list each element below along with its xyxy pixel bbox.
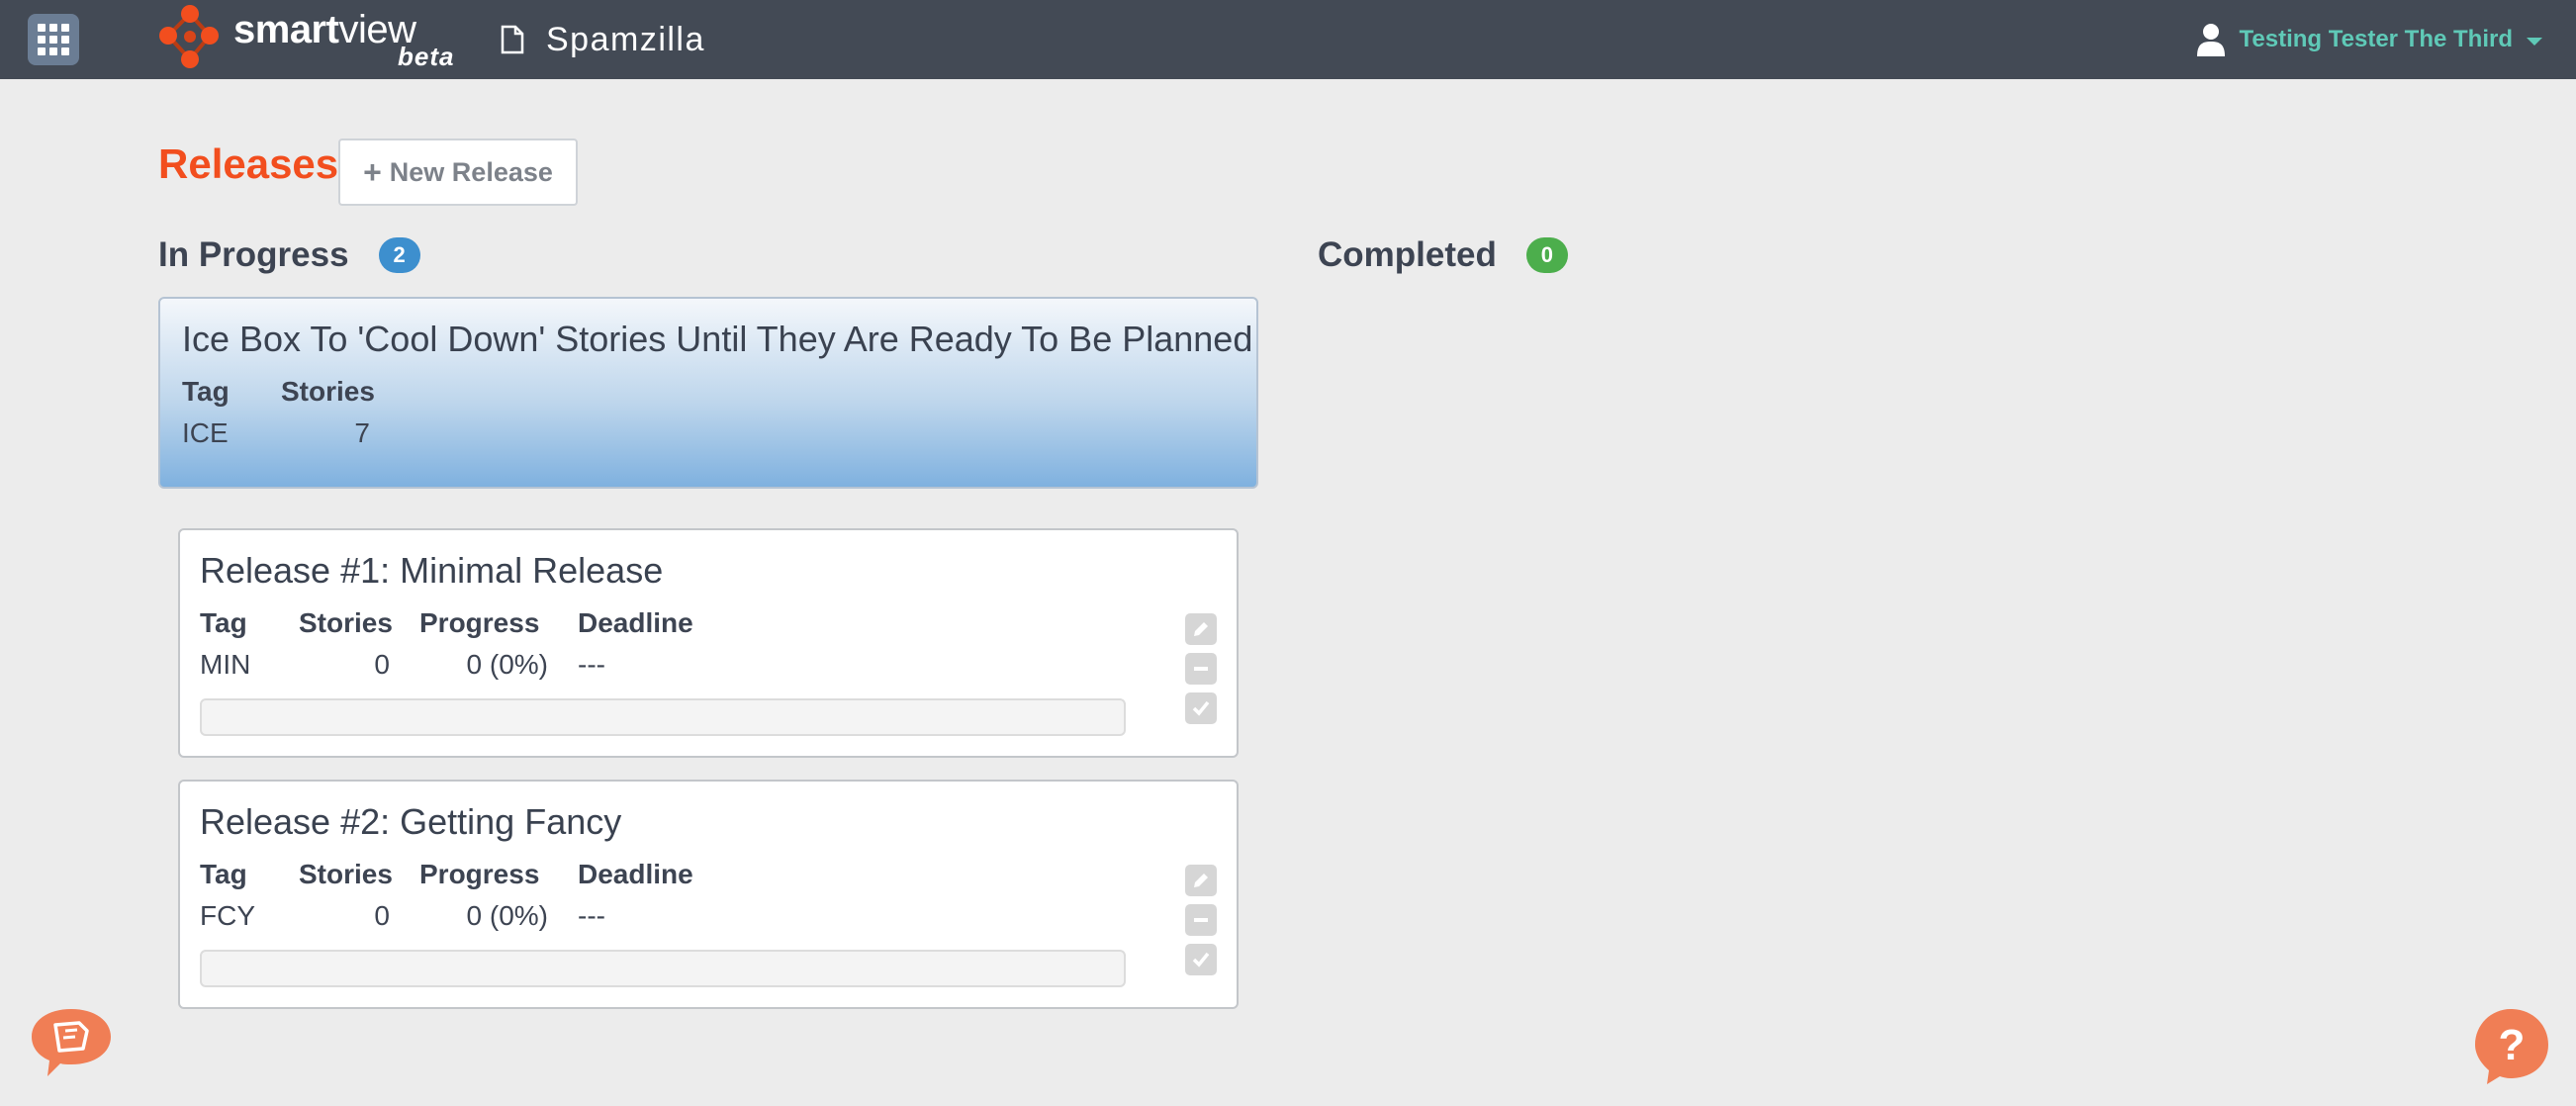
release-meta: Tag Stories Progress Deadline MIN 0 0 (0… [200, 607, 1217, 681]
release-title: Release #1: Minimal Release [200, 550, 664, 591]
progress-header: Progress [419, 607, 540, 638]
tag-value: ICE [182, 417, 229, 448]
in-progress-header: In Progress 2 [158, 235, 420, 275]
project-title: Spamzilla [546, 20, 705, 58]
new-release-label: New Release [389, 156, 553, 187]
apps-grid-icon[interactable] [28, 14, 79, 65]
deadline-header: Deadline [578, 607, 693, 638]
book-icon[interactable] [28, 1005, 115, 1080]
tag-header: Tag [200, 859, 247, 889]
icebox-meta: Tag Stories ICE 7 [182, 376, 1235, 449]
deadline-value: --- [578, 900, 605, 931]
check-icon[interactable] [1185, 944, 1217, 975]
deadline-value: --- [578, 649, 605, 680]
logo-beta-tag: beta [398, 42, 455, 71]
minus-icon[interactable] [1185, 904, 1217, 936]
user-name: Testing Tester The Third [2239, 26, 2513, 52]
progress-bar [200, 698, 1126, 736]
minus-icon[interactable] [1185, 653, 1217, 685]
user-icon [2196, 24, 2225, 56]
in-progress-heading: In Progress [158, 235, 349, 274]
stories-header: Stories [299, 859, 393, 889]
progress-header: Progress [419, 859, 540, 889]
tag-header: Tag [200, 607, 247, 638]
plus-icon: + [363, 153, 382, 190]
document-icon [501, 25, 524, 54]
top-navbar: smartview beta Spamzilla Testing Tester … [0, 0, 2576, 79]
pencil-icon[interactable] [1185, 613, 1217, 645]
stories-header: Stories [299, 607, 393, 638]
completed-header: Completed 0 [1318, 235, 1568, 275]
page-title: Releases [158, 140, 339, 187]
check-icon[interactable] [1185, 692, 1217, 724]
user-menu[interactable]: Testing Tester The Third [2196, 20, 2542, 59]
completed-heading: Completed [1318, 235, 1497, 274]
help-icon[interactable]: ? [2473, 1005, 2552, 1086]
icebox-card[interactable]: Ice Box To 'Cool Down' Stories Until The… [158, 297, 1258, 489]
logo-wordmark: smartview [233, 8, 416, 51]
release-meta: Tag Stories Progress Deadline FCY 0 0 (0… [200, 859, 1217, 932]
new-release-button[interactable]: + New Release [338, 138, 578, 206]
svg-text:?: ? [2499, 1021, 2526, 1069]
chevron-down-icon [2527, 38, 2542, 46]
molecule-logo-icon [159, 5, 219, 68]
release-actions [1185, 613, 1217, 724]
tag-value: MIN [200, 649, 251, 680]
stories-value: 0 [374, 649, 390, 680]
stories-header: Stories [281, 376, 375, 407]
progress-bar [200, 950, 1126, 987]
release-actions [1185, 865, 1217, 975]
deadline-header: Deadline [578, 859, 693, 889]
release-card[interactable]: Release #2: Getting Fancy Tag Stories Pr… [178, 780, 1239, 1009]
app-logo[interactable]: smartview beta [156, 2, 473, 77]
tag-header: Tag [182, 376, 230, 407]
tag-value: FCY [200, 900, 255, 931]
pencil-icon[interactable] [1185, 865, 1217, 896]
progress-value: 0 (0%) [466, 649, 548, 680]
stories-value: 7 [354, 417, 370, 448]
progress-value: 0 (0%) [466, 900, 548, 931]
completed-count-badge: 0 [1525, 237, 1568, 273]
project-selector[interactable]: Spamzilla [501, 18, 705, 61]
stories-value: 0 [374, 900, 390, 931]
release-card[interactable]: Release #1: Minimal Release Tag Stories … [178, 528, 1239, 758]
in-progress-count-badge: 2 [378, 237, 420, 273]
release-title: Release #2: Getting Fancy [200, 801, 622, 842]
icebox-title: Ice Box To 'Cool Down' Stories Until The… [182, 319, 1253, 359]
